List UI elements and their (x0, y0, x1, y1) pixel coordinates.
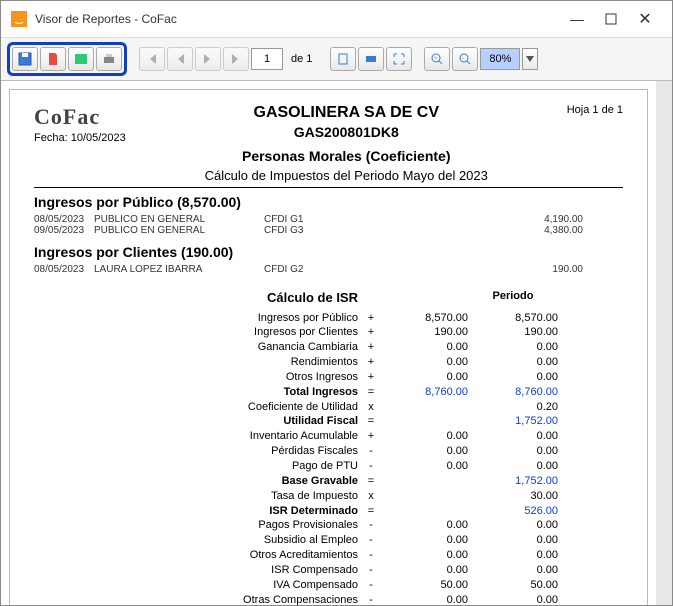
zoom-dropdown-button[interactable] (522, 48, 538, 70)
fecha-label: Fecha: (34, 132, 68, 144)
zoom-in-button[interactable]: + (424, 47, 450, 71)
company-rfc: GAS200801DK8 (126, 124, 567, 140)
data-row: 09/05/2023PUBLICO EN GENERALCFDI G34,380… (34, 225, 623, 236)
calc-row: ISR Compensado-0.000.00 (184, 563, 604, 578)
maximize-button[interactable] (594, 7, 628, 31)
calc-row: Ingresos por Público+8,570.008,570.00 (184, 311, 604, 326)
calc-col-header: Periodo (468, 289, 558, 311)
close-button[interactable]: ✕ (628, 7, 662, 31)
export-group (7, 42, 127, 76)
page-input[interactable] (251, 48, 283, 70)
calc-block: Cálculo de ISR Periodo Ingresos por Públ… (184, 289, 604, 605)
prev-page-button[interactable] (167, 47, 193, 71)
calc-row: Otras Compensaciones-0.000.00 (184, 593, 604, 605)
calc-row: IVA Compensado-50.0050.00 (184, 578, 604, 593)
calc-row: Otros Acreditamientos-0.000.00 (184, 548, 604, 563)
fecha-value: 10/05/2023 (71, 132, 126, 144)
data-row: 08/05/2023PUBLICO EN GENERALCFDI G14,190… (34, 214, 623, 225)
pdf-button[interactable] (40, 47, 66, 71)
svg-text:+: + (434, 56, 438, 62)
last-page-button[interactable] (223, 47, 249, 71)
java-icon (11, 11, 27, 27)
zoom-input[interactable] (480, 48, 520, 70)
section2-title: Ingresos por Clientes (190.00) (34, 244, 623, 260)
calc-row: Inventario Acumulable+0.000.00 (184, 429, 604, 444)
save-button[interactable] (12, 47, 38, 71)
report-period: Cálculo de Impuestos del Periodo Mayo de… (126, 168, 567, 183)
calc-row: Total Ingresos=8,760.008,760.00 (184, 385, 604, 400)
calc-row: Ingresos por Clientes+190.00190.00 (184, 325, 604, 340)
calc-row: Rendimientos+0.000.00 (184, 355, 604, 370)
fit-width-button[interactable] (358, 47, 384, 71)
section1-title: Ingresos por Público (8,570.00) (34, 194, 623, 210)
next-page-button[interactable] (195, 47, 221, 71)
window-title: Visor de Reportes - CoFac (35, 12, 560, 26)
report-page: CoFac Fecha: 10/05/2023 GASOLINERA SA DE… (9, 89, 648, 605)
print-button[interactable] (96, 47, 122, 71)
calc-row: Otros Ingresos+0.000.00 (184, 370, 604, 385)
calc-row: Base Gravable=1,752.00 (184, 474, 604, 489)
toolbar: de 1 + - (1, 38, 672, 81)
calc-row: Pérdidas Fiscales-0.000.00 (184, 444, 604, 459)
report-viewport: CoFac Fecha: 10/05/2023 GASOLINERA SA DE… (1, 81, 672, 605)
minimize-button[interactable]: — (560, 7, 594, 31)
app-window: Visor de Reportes - CoFac — ✕ de 1 + (0, 0, 673, 606)
calc-row: Coeficiente de Utilidadx0.20 (184, 400, 604, 415)
calc-row: Utilidad Fiscal=1,752.00 (184, 414, 604, 429)
page-indicator: Hoja 1 de 1 (567, 104, 623, 116)
data-row: 08/05/2023LAURA LOPEZ IBARRACFDI G2190.0… (34, 264, 623, 275)
calc-title: Cálculo de ISR (184, 289, 364, 307)
calc-row: Ganancia Cambiaria+0.000.00 (184, 340, 604, 355)
calc-row: Tasa de Impuestox30.00 (184, 489, 604, 504)
calc-row: Subsidio al Empleo-0.000.00 (184, 533, 604, 548)
company-name: GASOLINERA SA DE CV (126, 104, 567, 122)
fit-page-button[interactable] (330, 47, 356, 71)
fullscreen-button[interactable] (386, 47, 412, 71)
calc-row: Pagos Provisionales-0.000.00 (184, 518, 604, 533)
titlebar: Visor de Reportes - CoFac — ✕ (1, 1, 672, 38)
first-page-button[interactable] (139, 47, 165, 71)
svg-text:-: - (462, 56, 464, 62)
calc-row: ISR Determinado=526.00 (184, 504, 604, 519)
divider (34, 187, 623, 188)
report-subtitle: Personas Morales (Coeficiente) (126, 148, 567, 164)
excel-button[interactable] (68, 47, 94, 71)
calc-row: Pago de PTU-0.000.00 (184, 459, 604, 474)
logo-text: CoFac (34, 104, 126, 130)
page-total-label: de 1 (285, 53, 318, 65)
nav-group (139, 47, 249, 71)
zoom-out-button[interactable]: - (452, 47, 478, 71)
